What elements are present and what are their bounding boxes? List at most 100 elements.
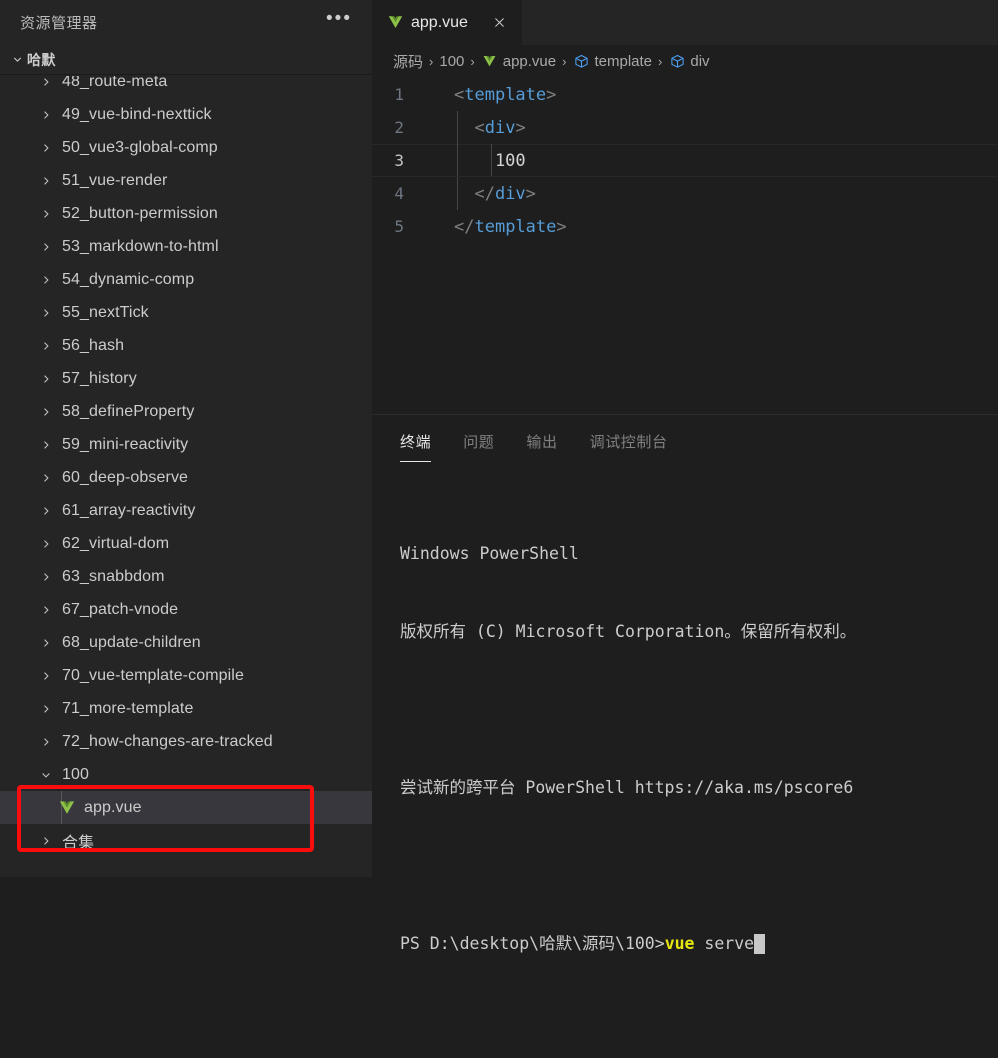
vue-file-icon (57, 798, 77, 818)
tree-item-label: 54_dynamic-comp (62, 270, 195, 288)
tree-item-folder[interactable]: 71_more-template (0, 692, 372, 725)
terminal-line-1: Windows PowerShell (400, 544, 579, 563)
tree-item-label: 56_hash (62, 336, 125, 354)
breadcrumb-separator: › (470, 54, 475, 69)
breadcrumb-label: 源码 (393, 54, 424, 71)
code-line[interactable]: 1 <template> (372, 78, 998, 111)
chevron-right-icon[interactable] (38, 76, 54, 90)
code-token: < (454, 117, 485, 138)
code-lines: 1 <template> 2 <div> 3 100 4 </div> 5 </templa… (372, 78, 998, 243)
tree-item-label: 100 (62, 765, 89, 783)
tree-item-label: 合集 (62, 834, 95, 852)
tree-item-folder[interactable]: 48_route-meta (0, 76, 372, 98)
code-editor[interactable]: 1 <template> 2 <div> 3 100 4 </div> 5 </templa… (372, 78, 998, 414)
code-token: template (464, 84, 547, 105)
panel-tab-bar: 终端 问题 输出 调试控制台 (372, 415, 998, 462)
chevron-right-icon[interactable] (38, 536, 54, 552)
chevron-right-icon[interactable] (38, 371, 54, 387)
breadcrumb-item[interactable]: 100 (439, 53, 464, 70)
vue-file-icon (386, 14, 404, 32)
chevron-right-icon[interactable] (38, 107, 54, 123)
chevron-down-icon[interactable] (38, 767, 54, 783)
tree-item-folder[interactable]: 61_array-reactivity (0, 494, 372, 527)
tab-app-vue[interactable]: app.vue (372, 0, 522, 45)
vscode-window: 资源管理器 ••• 哈默 48_route-meta 49_vue-bind-ne… (0, 0, 998, 954)
tree-item-folder[interactable]: 54_dynamic-comp (0, 263, 372, 296)
breadcrumb-item[interactable]: app.vue (481, 53, 556, 71)
chevron-right-icon[interactable] (38, 470, 54, 486)
tree-item-folder[interactable]: 59_mini-reactivity (0, 428, 372, 461)
tree-item-folder[interactable]: 100 (0, 758, 372, 791)
chevron-right-icon[interactable] (38, 173, 54, 189)
tree-item-folder[interactable]: 68_update-children (0, 626, 372, 659)
panel-tab[interactable]: 调试控制台 (590, 431, 668, 462)
chevron-right-icon[interactable] (38, 668, 54, 684)
chevron-right-icon[interactable] (38, 734, 54, 750)
chevron-right-icon[interactable] (38, 635, 54, 651)
tree-item-folder[interactable]: 50_vue3-global-comp (0, 131, 372, 164)
breadcrumb-label: div (690, 53, 710, 70)
tree-item-folder[interactable]: 合集 (0, 824, 372, 857)
tree-item-folder[interactable]: 51_vue-render (0, 164, 372, 197)
tree-item-folder[interactable]: 70_vue-template-compile (0, 659, 372, 692)
terminal-command-rest: serve (694, 934, 755, 953)
code-line[interactable]: 3 100 (372, 144, 998, 177)
tree-item-folder[interactable]: 63_snabbdom (0, 560, 372, 593)
tree-item-folder[interactable]: 52_button-permission (0, 197, 372, 230)
tree-item-folder[interactable]: 53_markdown-to-html (0, 230, 372, 263)
tree-item-label: 63_snabbdom (62, 567, 165, 585)
vue-file-icon (481, 53, 499, 71)
tree-item-folder[interactable]: 60_deep-observe (0, 461, 372, 494)
chevron-right-icon[interactable] (38, 569, 54, 585)
chevron-right-icon[interactable] (38, 833, 54, 849)
breadcrumb-item[interactable]: template (572, 53, 652, 71)
breadcrumb-item[interactable]: 源码 (393, 51, 423, 72)
tree-item-folder[interactable]: 57_history (0, 362, 372, 395)
code-text: <div> (430, 117, 525, 138)
file-tree-scroll[interactable]: 48_route-meta 49_vue-bind-nexttick 50_vue3… (0, 76, 372, 857)
chevron-right-icon[interactable] (38, 602, 54, 618)
tree-item-label: 62_virtual-dom (62, 534, 170, 552)
terminal-line-3: 尝试新的跨平台 PowerShell https://aka.ms/pscore… (400, 778, 854, 797)
terminal-output[interactable]: Windows PowerShell 版权所有 (C) Microsoft Co… (372, 462, 998, 1009)
tree-item-folder[interactable]: 67_patch-vnode (0, 593, 372, 626)
code-line[interactable]: 4 </div> (372, 177, 998, 210)
tree-item-folder[interactable]: 58_defineProperty (0, 395, 372, 428)
chevron-right-icon[interactable] (38, 239, 54, 255)
code-text: </template> (430, 217, 567, 237)
code-text: 100 (430, 151, 526, 171)
code-token: > (525, 183, 536, 204)
chevron-right-icon[interactable] (38, 701, 54, 717)
code-token: div (494, 183, 526, 204)
tree-item-folder[interactable]: 62_virtual-dom (0, 527, 372, 560)
chevron-right-icon[interactable] (38, 272, 54, 288)
code-token: < (454, 84, 465, 105)
tree-item-folder[interactable]: 49_vue-bind-nexttick (0, 98, 372, 131)
tree-item-folder[interactable]: 56_hash (0, 329, 372, 362)
code-line[interactable]: 2 <div> (372, 111, 998, 144)
chevron-right-icon[interactable] (38, 338, 54, 354)
panel-tab[interactable]: 问题 (463, 431, 494, 462)
tree-item-folder[interactable]: 55_nextTick (0, 296, 372, 329)
code-token: > (556, 216, 567, 237)
close-icon[interactable] (490, 13, 510, 33)
tree-item-folder[interactable]: 72_how-changes-are-tracked (0, 725, 372, 758)
chevron-right-icon[interactable] (38, 437, 54, 453)
tree-item-file[interactable]: app.vue (0, 791, 372, 824)
chevron-right-icon[interactable] (38, 503, 54, 519)
ellipsis-icon[interactable]: ••• (322, 9, 356, 37)
folder-section-haimo[interactable]: 哈默 (0, 45, 372, 75)
tree-item-label: 72_how-changes-are-tracked (62, 732, 273, 750)
breadcrumb-label: template (594, 53, 653, 70)
chevron-right-icon[interactable] (38, 140, 54, 156)
breadcrumb-item[interactable]: div (668, 53, 710, 71)
panel-tab[interactable]: 终端 (400, 431, 432, 462)
file-tree: 48_route-meta 49_vue-bind-nexttick 50_vue3… (0, 76, 372, 877)
tree-item-label: 70_vue-template-compile (62, 666, 244, 684)
code-text: <template> (430, 85, 556, 105)
chevron-right-icon[interactable] (38, 305, 54, 321)
chevron-right-icon[interactable] (38, 206, 54, 222)
code-line[interactable]: 5 </template> (372, 210, 998, 243)
chevron-right-icon[interactable] (38, 404, 54, 420)
panel-tab[interactable]: 输出 (526, 431, 557, 462)
